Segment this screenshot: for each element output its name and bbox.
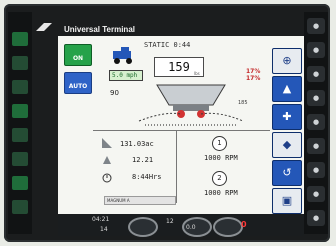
hw-button-8[interactable]: ● xyxy=(307,186,325,202)
right-section-percent: 17% xyxy=(246,75,261,82)
nav-run-tile[interactable] xyxy=(12,104,28,118)
on-toggle-label: ON xyxy=(72,55,84,62)
pto-1-rpm: 1000 RPM xyxy=(204,154,238,162)
panel-divider-horizontal xyxy=(93,130,270,131)
application-rate-unit: lbs xyxy=(194,71,200,76)
tractor-view-button[interactable]: ▣ xyxy=(272,188,302,214)
bottom-gear: 14 xyxy=(100,226,108,233)
bottom-center-number: 0.0 xyxy=(186,224,196,231)
up-arrow-button[interactable]: ▲ xyxy=(272,76,302,102)
bottom-right-number: 0 xyxy=(241,220,247,229)
right-section-rate: 185 xyxy=(238,100,248,106)
product-pill: MAGNUM A xyxy=(104,196,176,205)
right-rail: ● ● ● ● ● ● ● ● ● xyxy=(304,12,328,234)
boundary-button[interactable]: ◆ xyxy=(272,132,302,158)
pto-2-badge: 2 xyxy=(212,171,227,186)
pto-1-badge: 1 xyxy=(212,136,227,151)
hw-button-2[interactable]: ● xyxy=(307,42,325,58)
left-section-percent: 17% xyxy=(246,68,261,75)
pto-2-rpm: 1000 RPM xyxy=(204,189,238,197)
hw-button-1[interactable]: ● xyxy=(307,18,325,34)
on-toggle-button[interactable]: ON xyxy=(64,44,92,66)
brand-logo xyxy=(34,21,54,35)
reset-button[interactable]: ↺ xyxy=(272,160,302,186)
auto-toggle-button[interactable]: AUTO xyxy=(64,72,92,94)
stopwatch-icon xyxy=(102,173,112,183)
time-value: 8:44Hrs xyxy=(132,173,162,181)
bottom-bar: 04:21 14 12 0.0 0 xyxy=(58,214,304,237)
nav-tools-tile[interactable] xyxy=(12,80,28,94)
nav-wrench-tile[interactable] xyxy=(12,200,28,214)
hw-button-3[interactable]: ● xyxy=(307,66,325,82)
bottom-time: 04:21 xyxy=(92,216,110,223)
area-value: 131.03ac xyxy=(120,140,154,148)
nav-menu-tile[interactable] xyxy=(12,56,28,70)
hw-button-4[interactable]: ● xyxy=(307,90,325,106)
tipping-value: 90 xyxy=(110,89,119,97)
status-label: STATIC 0:44 xyxy=(144,41,191,49)
right-knob[interactable] xyxy=(213,217,243,237)
hw-button-6[interactable]: ● xyxy=(307,138,325,154)
spreader-diagram xyxy=(138,84,244,126)
panel-divider-vertical xyxy=(176,131,177,203)
window-title: Universal Terminal xyxy=(64,25,135,34)
left-rail xyxy=(8,12,32,234)
hw-button-9[interactable]: ● xyxy=(307,210,325,226)
left-knob[interactable] xyxy=(128,217,158,237)
speed-value: 12.21 xyxy=(132,156,154,164)
nav-power-tile[interactable] xyxy=(12,176,28,190)
auto-toggle-label: AUTO xyxy=(68,83,88,90)
hw-button-5[interactable]: ● xyxy=(307,114,325,130)
tractor-icon xyxy=(113,47,132,64)
nav-home-tile[interactable] xyxy=(12,32,28,46)
brand-icon xyxy=(36,23,52,31)
area-icon xyxy=(102,138,112,148)
target-button[interactable]: ⊕ xyxy=(272,48,302,74)
filter-button[interactable]: ✚ xyxy=(272,104,302,130)
weight-icon xyxy=(103,156,111,164)
nav-config-tile[interactable] xyxy=(12,128,28,142)
bottom-left-number: 12 xyxy=(166,218,174,225)
nav-data-tile[interactable] xyxy=(12,152,28,166)
hw-button-7[interactable]: ● xyxy=(307,162,325,178)
